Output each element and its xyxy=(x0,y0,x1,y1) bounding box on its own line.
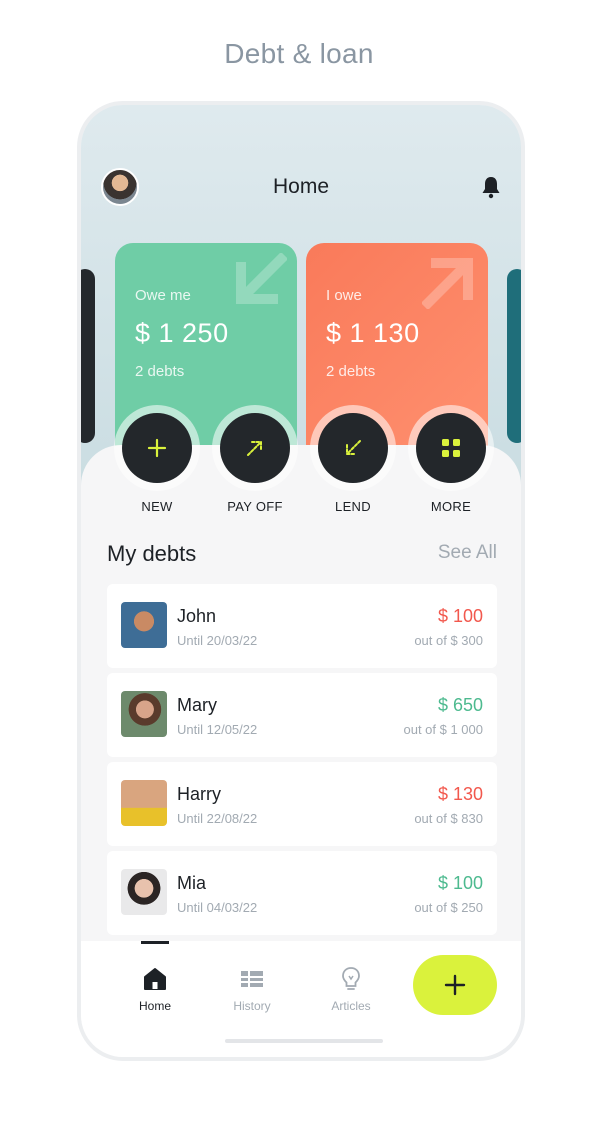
action-label: MORE xyxy=(430,499,472,514)
card-amount: $ 1 250 xyxy=(135,318,229,348)
debt-row[interactable]: Harry Until 22/08/22 $ 130 out of $ 830 xyxy=(107,762,497,846)
plus-icon xyxy=(444,974,466,996)
debt-amount: $ 100 xyxy=(437,606,483,626)
nav-label: Home xyxy=(138,999,171,1013)
plus-icon xyxy=(147,438,167,458)
debt-amount: $ 100 xyxy=(437,873,483,893)
page-title: Home xyxy=(272,175,330,198)
arrow-up-right-icon xyxy=(247,441,262,456)
card-label: Owe me xyxy=(135,287,191,304)
side-card-left[interactable] xyxy=(81,269,95,443)
new-button[interactable] xyxy=(122,413,192,483)
more-action[interactable]: MORE xyxy=(406,405,496,514)
action-label: LEND xyxy=(335,499,371,514)
debt-total: out of $ 250 xyxy=(414,900,483,915)
debt-due-date: Until 22/08/22 xyxy=(177,811,258,826)
page-caption: Debt & loan xyxy=(224,38,374,69)
phone-frame: Home Owe me $ 1 250 2 debts I owe $ 1 13… xyxy=(77,101,525,1061)
nav-item-articles[interactable]: Articles xyxy=(316,965,386,1013)
arrow-down-left-icon xyxy=(346,440,361,455)
avatar xyxy=(121,602,167,648)
avatar xyxy=(121,691,167,737)
nav-item-home[interactable]: Home xyxy=(120,965,190,1013)
add-debt-button[interactable] xyxy=(413,955,497,1015)
debt-name: Mary xyxy=(177,695,217,715)
debt-name: John xyxy=(177,606,217,626)
debt-amount: $ 650 xyxy=(437,695,483,715)
debt-total: out of $ 1 000 xyxy=(403,722,483,737)
avatar xyxy=(121,780,167,826)
debt-amount: $ 130 xyxy=(437,784,483,804)
debt-name: Mia xyxy=(177,873,207,893)
bell-icon[interactable] xyxy=(481,175,501,199)
nav-active-indicator xyxy=(141,941,169,944)
see-all-link[interactable]: See All xyxy=(438,542,497,564)
card-amount: $ 1 130 xyxy=(326,318,420,348)
debt-row[interactable]: Mary Until 12/05/22 $ 650 out of $ 1 000 xyxy=(107,673,497,757)
debt-due-date: Until 04/03/22 xyxy=(177,900,258,915)
card-debt-count: 2 debts xyxy=(326,363,376,380)
debt-row[interactable]: Mia Until 04/03/22 $ 100 out of $ 250 xyxy=(107,851,497,935)
card-label: I owe xyxy=(326,287,362,304)
action-label: PAY OFF xyxy=(227,499,283,514)
home-icon xyxy=(144,968,166,990)
new-action[interactable]: NEW xyxy=(112,405,202,514)
more-button[interactable] xyxy=(416,413,486,483)
section-title: My debts xyxy=(107,541,197,566)
debt-total: out of $ 830 xyxy=(414,811,483,826)
action-label: NEW xyxy=(141,499,173,514)
nav-label: Articles xyxy=(331,999,371,1013)
side-card-right[interactable] xyxy=(507,269,521,443)
pay-off-button[interactable] xyxy=(220,413,290,483)
bottom-nav: Home History Articles xyxy=(81,941,521,1057)
pay-off-action[interactable]: PAY OFF xyxy=(210,405,300,514)
debt-due-date: Until 20/03/22 xyxy=(177,633,258,648)
card-debt-count: 2 debts xyxy=(135,363,185,380)
nav-item-history[interactable]: History xyxy=(217,965,287,1013)
lightbulb-icon xyxy=(342,967,360,990)
avatar xyxy=(121,869,167,915)
debt-name: Harry xyxy=(177,784,221,804)
debt-due-date: Until 12/05/22 xyxy=(177,722,258,737)
home-indicator xyxy=(225,1039,383,1043)
nav-label: History xyxy=(233,999,271,1013)
debt-total: out of $ 300 xyxy=(414,633,483,648)
lend-action[interactable]: LEND xyxy=(308,405,398,514)
section-header: My debts See All xyxy=(107,541,497,571)
lend-button[interactable] xyxy=(318,413,388,483)
grid-icon xyxy=(442,439,460,457)
list-icon xyxy=(241,971,263,987)
debt-row[interactable]: John Until 20/03/22 $ 100 out of $ 300 xyxy=(107,584,497,668)
